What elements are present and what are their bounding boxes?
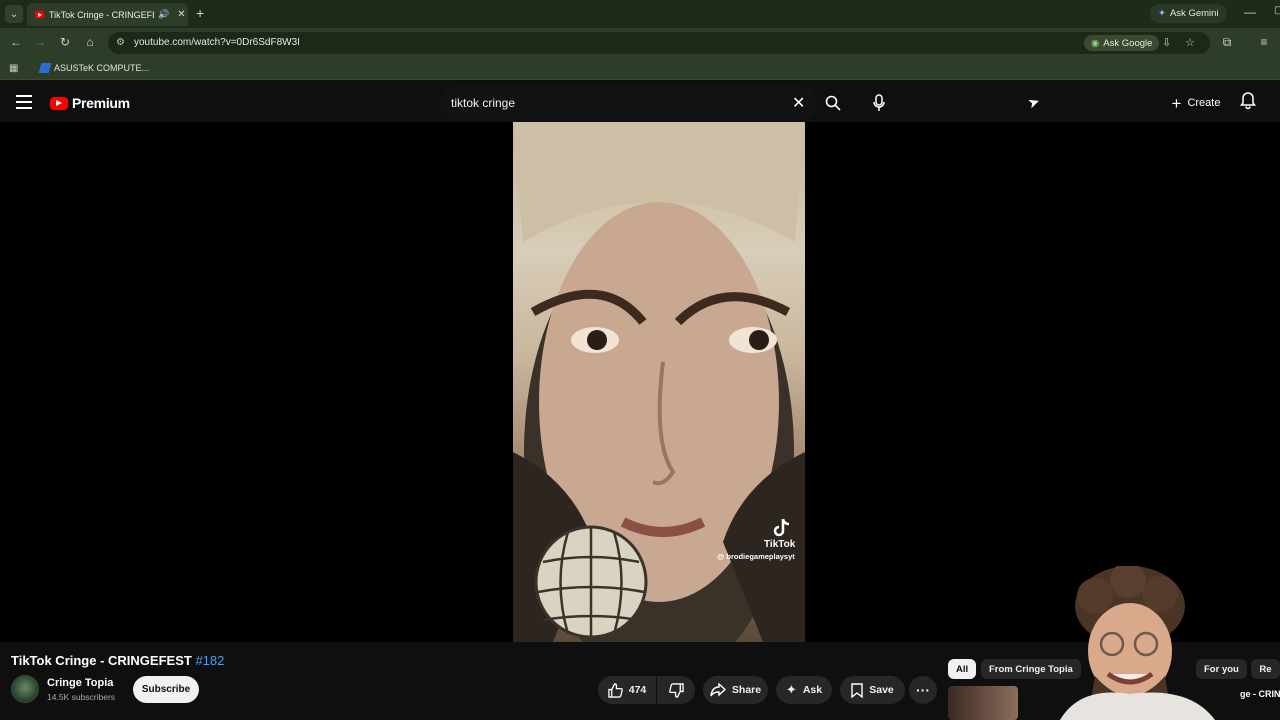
mouse-cursor-icon: ➤ <box>1025 92 1042 112</box>
tiktok-watermark-user: @ brodiegameplaysyt <box>717 552 795 561</box>
notifications-bell-icon[interactable] <box>1240 91 1256 114</box>
like-button[interactable]: 474 <box>598 676 656 704</box>
thumbs-down-icon <box>668 682 684 698</box>
bookmark-icon <box>851 682 863 698</box>
thumbs-up-icon <box>608 682 623 698</box>
video-title-text: TikTok Cringe - CRINGEFEST <box>11 653 192 668</box>
search-input[interactable]: tiktok cringe ✕ <box>440 86 818 120</box>
new-tab-button[interactable]: + <box>196 5 204 21</box>
subscriber-count: 14.5K subscribers <box>47 692 116 702</box>
bookmark-label: ASUSTeK COMPUTE... <box>54 63 150 73</box>
clear-search-icon[interactable]: ✕ <box>792 93 805 113</box>
ask-label: Ask <box>802 684 823 696</box>
browser-tab-strip: ⌄ TikTok Cringe - CRINGEFEST 🔊 ✕ + ✦ Ask… <box>0 0 1280 28</box>
menu-icon[interactable] <box>16 95 32 109</box>
search-value[interactable]: tiktok cringe <box>451 96 515 110</box>
maximize-button[interactable]: ▢ <box>1274 5 1280 16</box>
tiktok-watermark-name: TikTok <box>764 539 796 550</box>
search-button[interactable] <box>818 86 848 120</box>
save-label: Save <box>869 684 894 696</box>
microphone-icon <box>873 94 885 111</box>
reading-list-icon[interactable]: ≡ <box>1256 35 1272 49</box>
tab-close-icon[interactable]: ✕ <box>177 9 185 20</box>
more-dots-icon: ··· <box>916 682 930 698</box>
share-label: Share <box>731 684 762 696</box>
channel-avatar[interactable] <box>11 675 39 703</box>
url-text[interactable]: youtube.com/watch?v=0Dr6SdF8W3I <box>134 37 300 48</box>
ask-gemini-label: Ask Gemini <box>1169 8 1219 19</box>
home-icon[interactable]: ⌂ <box>82 35 98 49</box>
google-lens-icon: ◉ <box>1091 37 1100 49</box>
share-arrow-icon <box>710 683 726 697</box>
back-arrow-icon[interactable]: ← <box>8 35 24 49</box>
logo-text: Premium <box>72 95 130 111</box>
hashtag-link[interactable]: #182 <box>195 653 224 668</box>
chip-all[interactable]: All <box>948 659 977 679</box>
minimize-button[interactable]: — <box>1244 5 1256 19</box>
plus-icon: + <box>1171 93 1182 113</box>
asus-logo-icon <box>38 63 52 73</box>
bookmarks-bar: ▦ ASUSTeK COMPUTE... <box>0 58 1280 80</box>
webcam-overlay <box>1040 566 1280 720</box>
extensions-icon[interactable]: ⧉ <box>1219 35 1235 50</box>
browser-toolbar: ← → ↻ ⌂ ⚙ youtube.com/watch?v=0Dr6SdF8W3… <box>0 28 1280 58</box>
ask-button[interactable]: ✦ Ask <box>776 676 832 704</box>
video-title: TikTok Cringe - CRINGEFEST #182 <box>11 653 224 668</box>
youtube-header: Premium tiktok cringe ✕ ➤ + Create <box>0 84 1280 122</box>
up-next-thumbnail[interactable] <box>948 686 1018 720</box>
install-app-icon[interactable]: ⇩ <box>1162 36 1171 49</box>
save-button[interactable]: Save <box>840 676 905 704</box>
youtube-play-icon <box>50 96 68 110</box>
forward-arrow-icon[interactable]: → <box>32 35 48 49</box>
tab-title: TikTok Cringe - CRINGEFEST <box>49 9 154 20</box>
video-face-illustration <box>513 122 805 642</box>
ask-gemini-button[interactable]: ✦ Ask Gemini <box>1150 4 1227 23</box>
gemini-sparkle-icon: ✦ <box>1158 8 1166 19</box>
sparkle-icon: ✦ <box>785 682 797 697</box>
subscribe-button[interactable]: Subscribe <box>133 676 199 703</box>
bookmark-asus[interactable]: ASUSTeK COMPUTE... <box>38 63 150 73</box>
address-bar[interactable]: ⚙ youtube.com/watch?v=0Dr6SdF8W3I ◉ Ask … <box>108 32 1210 54</box>
bookmark-star-icon[interactable]: ☆ <box>1185 36 1195 49</box>
streamer-webcam-illustration <box>1060 566 1215 720</box>
search-icon <box>825 95 841 111</box>
tab-search-dropdown[interactable]: ⌄ <box>5 5 23 23</box>
share-button[interactable]: Share <box>703 676 768 704</box>
dislike-button[interactable] <box>657 676 695 704</box>
youtube-logo[interactable]: Premium <box>50 95 130 111</box>
more-actions-button[interactable]: ··· <box>909 676 937 704</box>
voice-search-button[interactable] <box>862 86 896 120</box>
reload-icon[interactable]: ↻ <box>57 35 73 49</box>
create-label: Create <box>1187 97 1221 109</box>
site-info-icon[interactable]: ⚙ <box>116 37 125 48</box>
browser-tab[interactable]: TikTok Cringe - CRINGEFEST 🔊 ✕ <box>27 3 188 26</box>
create-button[interactable]: + Create <box>1163 87 1229 119</box>
video-player[interactable]: TikTok @ brodiegameplaysyt <box>0 122 1280 642</box>
like-count: 474 <box>628 684 647 696</box>
speaker-icon[interactable]: 🔊 <box>158 9 169 20</box>
youtube-favicon-icon <box>35 11 44 18</box>
ask-google-label: Ask Google <box>1103 37 1153 49</box>
channel-name[interactable]: Cringe Topia <box>47 677 113 689</box>
video-frame[interactable] <box>513 122 805 642</box>
ask-google-button[interactable]: ◉ Ask Google <box>1084 35 1160 51</box>
apps-grid-icon[interactable]: ▦ <box>9 63 18 74</box>
